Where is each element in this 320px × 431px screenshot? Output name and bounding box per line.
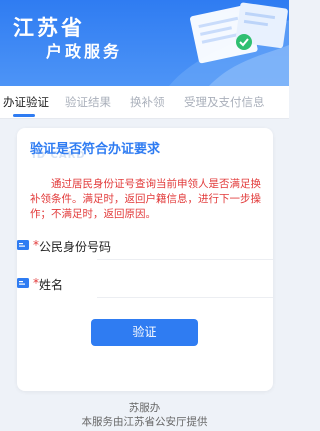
- verification-card: ID CARD 验证是否符合办证要求 通过居民身份证号查询当前申领人是否满足换补…: [17, 128, 273, 391]
- name-label: 姓名: [39, 278, 64, 292]
- id-number-input[interactable]: [97, 259, 273, 260]
- active-tab-indicator: [13, 114, 35, 117]
- tab-acceptance-payment[interactable]: 受理及支付信息: [184, 94, 265, 110]
- footer-brand: 苏服办: [128, 402, 161, 414]
- notice-text: 通过居民身份证号查询当前申领人是否满足换补领条件。满足时，返回户籍信息，进行下一…: [30, 178, 261, 220]
- id-card-icon: [17, 278, 29, 288]
- name-input[interactable]: [97, 297, 273, 298]
- card-title: 验证是否符合办证要求: [30, 142, 161, 157]
- footer-provider: 本服务由江苏省公安厅提供: [81, 416, 208, 428]
- tab-bar: 办证验证 验证结果 换补领 受理及支付信息: [0, 86, 289, 119]
- tab-replace[interactable]: 换补领: [130, 94, 165, 110]
- id-card-icon: [17, 240, 29, 250]
- id-number-label: 公民身份号码: [39, 240, 112, 254]
- verify-button[interactable]: 验证: [91, 319, 198, 346]
- id-number-field[interactable]: * 公民身份号码: [17, 235, 273, 260]
- document-illustration-icon: [169, 2, 289, 86]
- tab-verification[interactable]: 办证验证: [3, 94, 49, 110]
- tab-result[interactable]: 验证结果: [65, 94, 111, 110]
- header-banner: 江苏省 户政服务: [0, 0, 289, 86]
- name-field[interactable]: * 姓名: [17, 273, 273, 298]
- banner-subtitle: 户政服务: [46, 42, 123, 61]
